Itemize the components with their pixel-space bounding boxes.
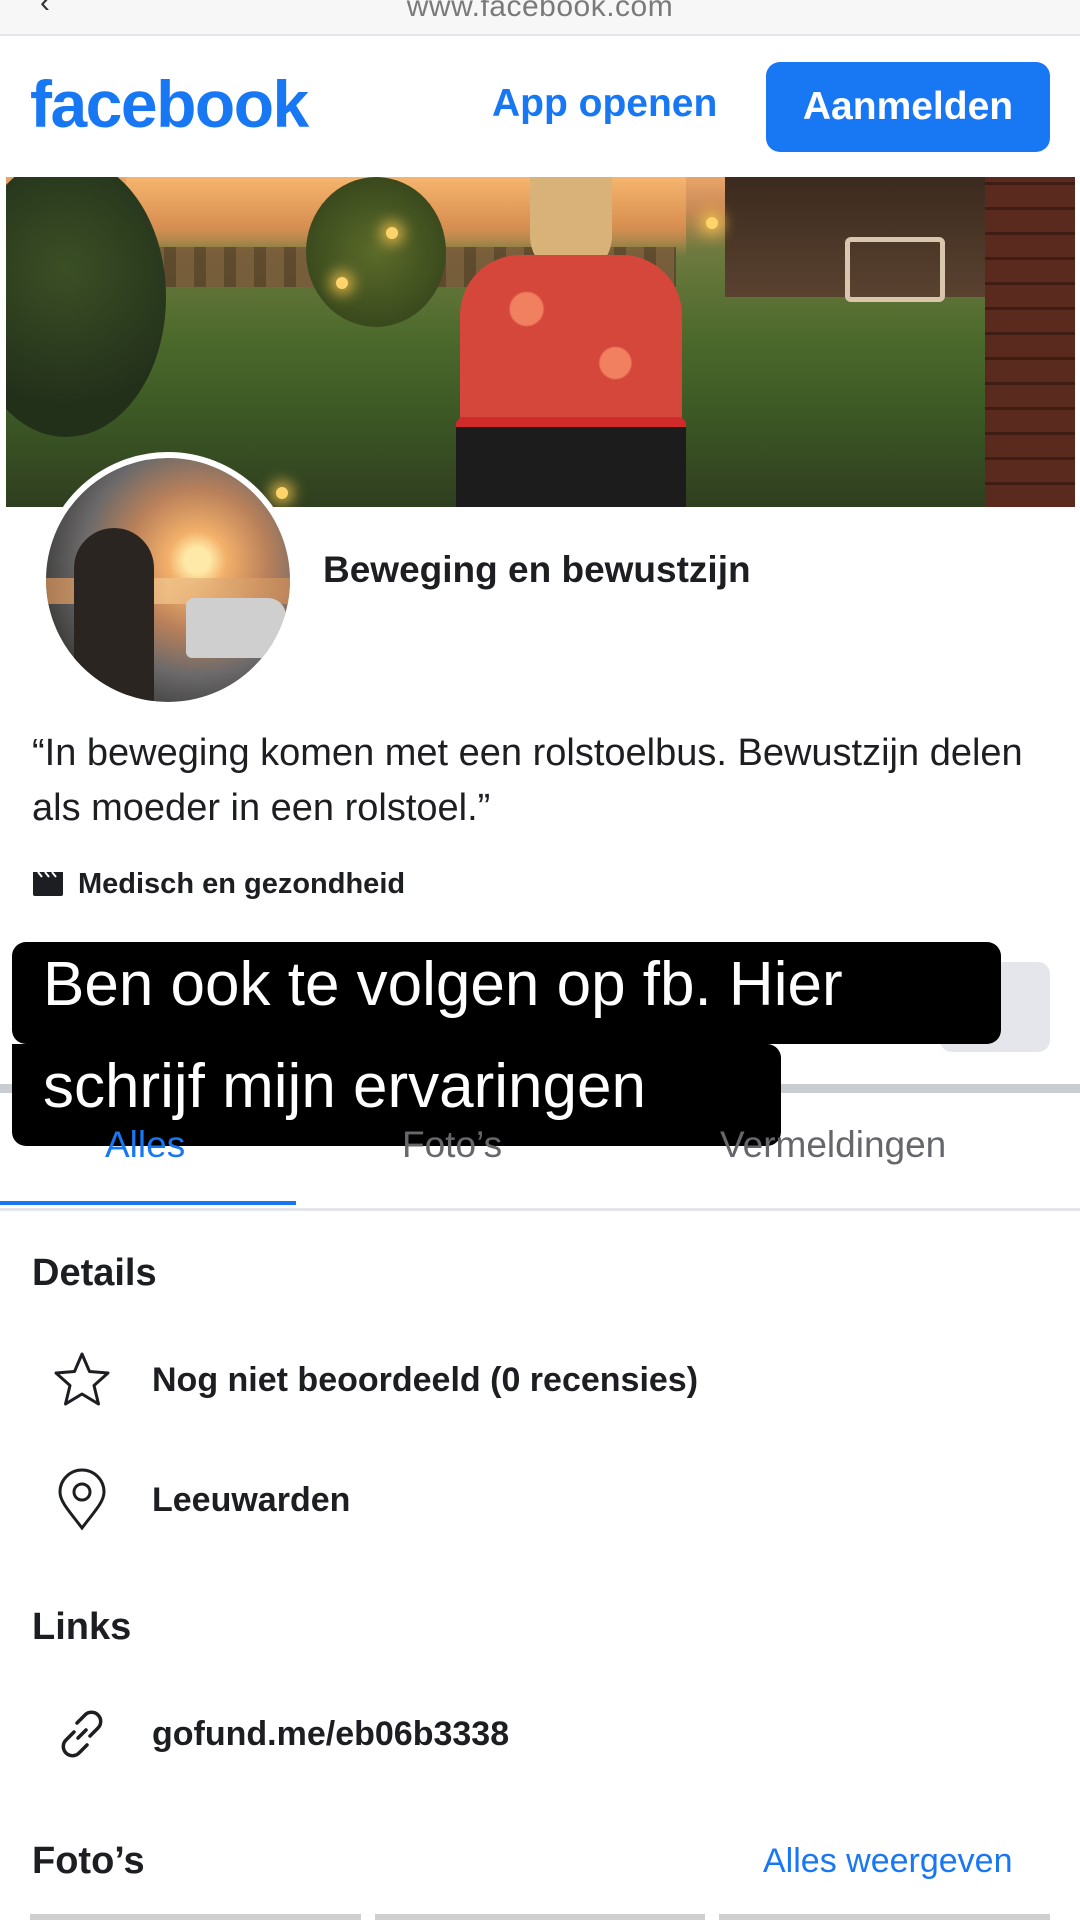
caption-line: Ben ook te volgen op fb. Hier bbox=[12, 942, 1001, 1044]
tab-all[interactable]: Alles bbox=[105, 1124, 185, 1166]
cover-wheelchair bbox=[456, 417, 686, 507]
photo-thumbnail[interactable] bbox=[30, 1914, 361, 1920]
see-all-photos-link[interactable]: Alles weergeven bbox=[763, 1842, 1012, 1881]
cover-bush bbox=[306, 177, 446, 327]
location-text: Leeuwarden bbox=[152, 1480, 351, 1519]
rating-text: Nog niet beoordeeld (0 recensies) bbox=[152, 1360, 699, 1399]
cover-tree bbox=[6, 177, 166, 437]
tab-photos[interactable]: Foto’s bbox=[402, 1124, 502, 1166]
category-label: Medisch en gezondheid bbox=[78, 867, 406, 900]
cover-light bbox=[386, 227, 398, 239]
avatar-van bbox=[186, 598, 286, 658]
cover-garden-chair bbox=[845, 237, 945, 302]
clapperboard-icon bbox=[33, 871, 63, 896]
avatar-woman bbox=[74, 528, 154, 702]
profile-avatar[interactable] bbox=[40, 452, 296, 708]
links-heading: Links bbox=[32, 1606, 132, 1648]
rating-row[interactable]: Nog niet beoordeeld (0 recensies) bbox=[50, 1348, 698, 1412]
star-icon bbox=[54, 1352, 110, 1406]
cover-light bbox=[336, 277, 348, 289]
photo-thumbnail[interactable] bbox=[374, 1914, 706, 1920]
link-url[interactable]: gofund.me/eb06b3338 bbox=[152, 1715, 509, 1754]
page-intro: “In beweging komen met een rolstoelbus. … bbox=[32, 732, 1023, 829]
sign-in-label: Aanmelden bbox=[802, 85, 1014, 128]
sign-in-button[interactable]: Aanmelden bbox=[766, 62, 1050, 152]
details-heading: Details bbox=[32, 1252, 157, 1294]
photo-thumbnail[interactable] bbox=[719, 1914, 1051, 1920]
active-tab-indicator bbox=[0, 1201, 296, 1205]
page-category: Medisch en gezondheid bbox=[32, 866, 405, 902]
photo-thumbnails bbox=[30, 1914, 1051, 1920]
url-text[interactable]: www.facebook.com bbox=[0, 0, 1080, 24]
facebook-logo[interactable]: facebook bbox=[30, 66, 309, 142]
cover-light bbox=[276, 487, 288, 499]
page-tabs: Alles Foto’s Vermeldingen bbox=[0, 1096, 1080, 1211]
tab-mentions[interactable]: Vermeldingen bbox=[720, 1124, 946, 1166]
site-header: facebook App openen Aanmelden bbox=[0, 36, 1080, 174]
browser-url-bar[interactable]: ‹ www.facebook.com bbox=[0, 0, 1080, 36]
location-pin-icon bbox=[58, 1468, 106, 1531]
cover-person-in-wheelchair bbox=[456, 177, 686, 507]
page-title: Beweging en bewustzijn bbox=[323, 549, 751, 590]
photos-heading: Foto’s bbox=[32, 1840, 145, 1882]
link-row[interactable]: gofund.me/eb06b3338 bbox=[50, 1702, 509, 1766]
cover-brick-wall bbox=[985, 177, 1075, 507]
open-app-link[interactable]: App openen bbox=[492, 82, 717, 126]
location-row[interactable]: Leeuwarden bbox=[50, 1468, 350, 1532]
cover-shirt bbox=[460, 255, 682, 435]
link-icon bbox=[61, 1710, 103, 1758]
cover-light bbox=[706, 217, 718, 229]
